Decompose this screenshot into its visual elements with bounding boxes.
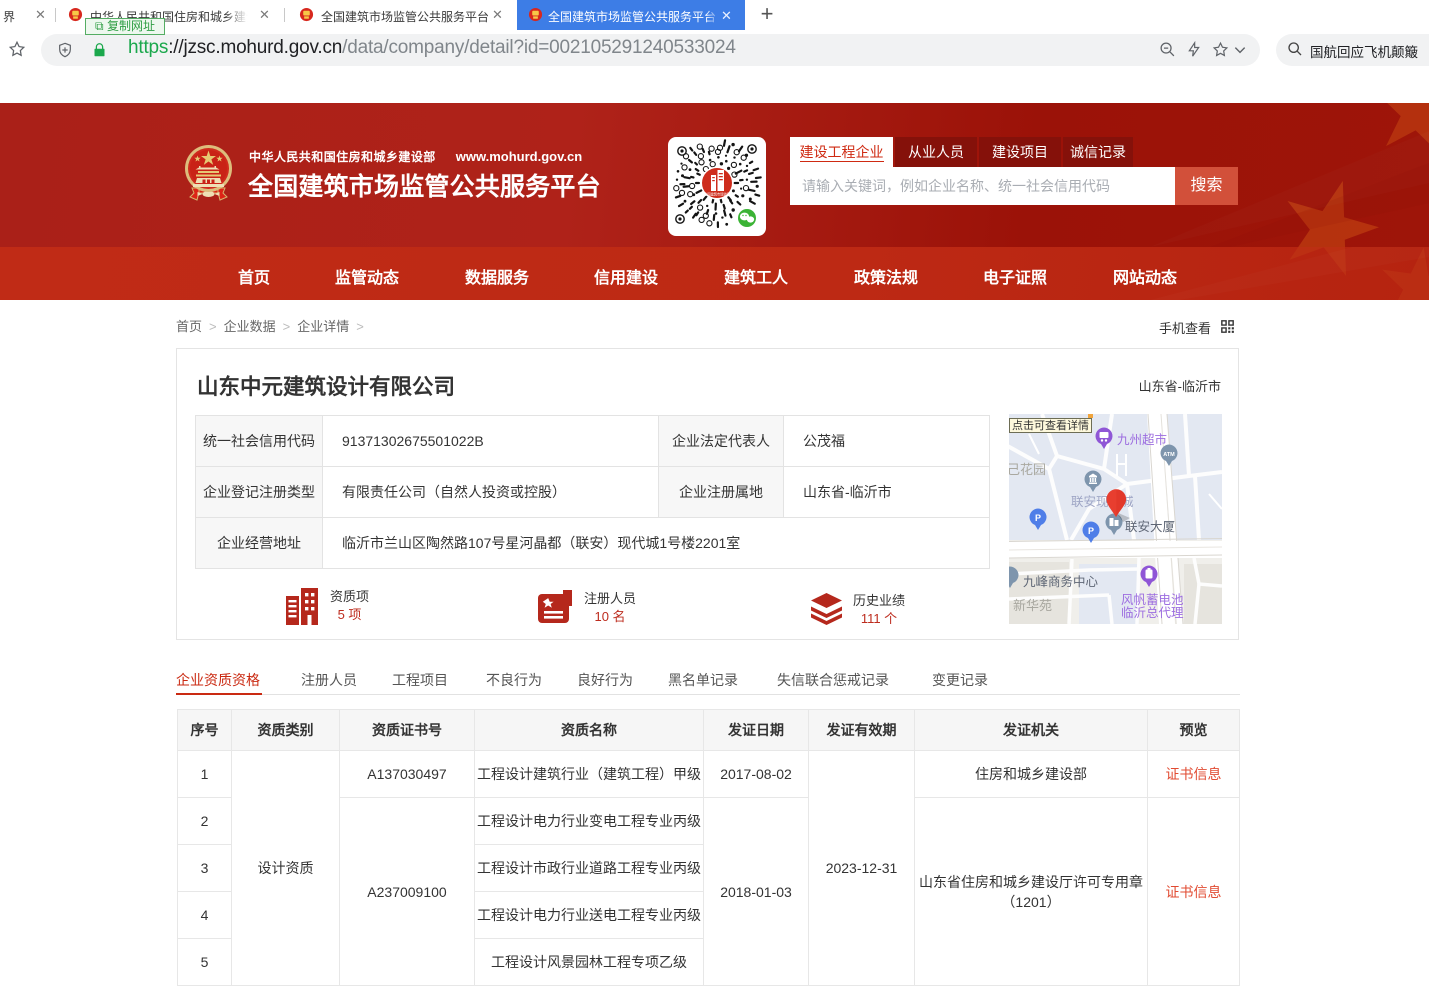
svg-text:联安大厦: 联安大厦 (1125, 519, 1175, 534)
svg-text:九峰商务中心: 九峰商务中心 (1023, 574, 1099, 589)
svg-text:临沂总代理: 临沂总代理 (1121, 606, 1184, 620)
svg-text:风帆蓄电池: 风帆蓄电池 (1121, 592, 1184, 607)
svg-text:己花园: 己花园 (1009, 462, 1046, 477)
svg-text:新华苑: 新华苑 (1013, 598, 1052, 613)
svg-text:九州超市: 九州超市 (1117, 432, 1167, 447)
svg-text:ATM: ATM (1163, 452, 1175, 458)
svg-text:P: P (1035, 513, 1041, 523)
svg-text:P: P (1088, 526, 1094, 536)
svg-text:全国建筑市场监管: 全国建筑市场监管 (704, 192, 730, 197)
